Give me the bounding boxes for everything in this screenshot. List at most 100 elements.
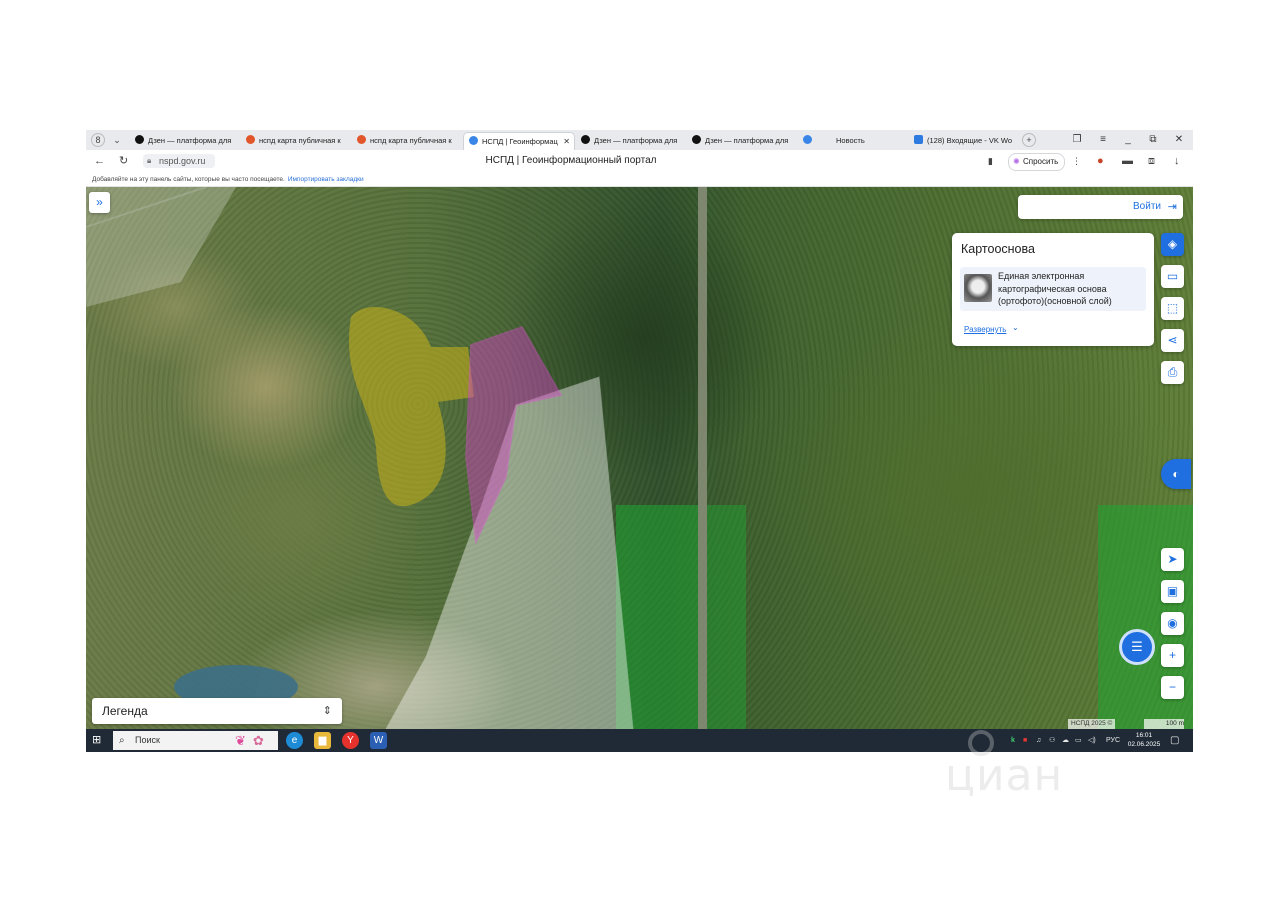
minimize-icon[interactable]: _ [1120,132,1136,148]
tab-label: нспд карта публичная к [370,136,452,145]
tray-network-icon[interactable]: ♫ [1036,729,1041,752]
browser-tab-bar: 8 ⌄ Дзен — платформа для нспд карта публ… [86,130,1193,150]
word-icon[interactable]: W [370,732,387,749]
dzen-favicon-icon [692,135,701,144]
nspd-favicon-icon [469,136,478,145]
close-tab-icon[interactable]: ✕ [563,133,570,150]
collections-icon[interactable]: ⧈ [1148,153,1155,169]
vk-mail-favicon-icon [914,135,923,144]
tab-nspd-search-2[interactable]: нспд карта публичная к [352,132,456,149]
expand-link[interactable]: Развернуть [964,325,1006,334]
layers-icon[interactable]: ◈ [1161,233,1184,256]
yandex-browser-icon[interactable]: Y [342,732,359,749]
ruler-icon[interactable]: ▭ [1161,265,1184,288]
more-options-icon[interactable]: ⋮ [1072,153,1081,169]
tab-vk-mail[interactable]: (128) Входящие - VK Wo [909,132,1017,149]
flower-icon: ✿ [253,733,264,748]
tab-label: Дзен — платформа для [594,136,678,145]
ask-button[interactable]: ✺ Спросить [1008,153,1066,171]
language-indicator[interactable]: РУС [1106,729,1120,752]
tray-people-icon[interactable]: ⚇ [1049,729,1055,752]
legend-dropdown[interactable]: Легенда ⇕ [92,698,342,724]
page-title: НСПД | Геоинформационный портал [485,155,657,166]
select-area-icon[interactable]: ⬚ [1161,297,1184,320]
notifications-icon[interactable]: ▢ [1170,729,1179,752]
basemap-layer-item[interactable]: Единая электронная картографическая осно… [960,267,1146,311]
tray-cloud-icon[interactable]: ☁ [1062,729,1069,752]
restore-icon[interactable]: ⧉ [1145,132,1161,148]
profile-badge[interactable]: 8 [91,133,105,147]
login-label: Войти [1133,201,1161,212]
tab-nspd-portal[interactable]: НСПД | Геоинформац ✕ [463,132,575,150]
tab-dzen-1[interactable]: Дзен — платформа для [130,132,234,149]
dzen-favicon-icon [135,135,144,144]
address-bar[interactable]: 🔒︎ nspd.gov.ru [143,154,215,168]
chat-icon[interactable]: ☰ [1119,629,1155,665]
ask-button-label: Спросить [1023,157,1059,166]
legend-label: Легенда [102,704,148,718]
screen: 8 ⌄ Дзен — платформа для нспд карта публ… [86,130,1193,752]
yandex-favicon-icon [357,135,366,144]
tab-list-chevron-icon[interactable]: ⌄ [110,133,124,147]
locate-icon[interactable]: ➤ [1161,548,1184,571]
downloads-folder-icon[interactable]: ▬ [1122,153,1133,169]
tab-label: Новость [836,136,865,145]
tray-app-icon[interactable]: ■ [1023,729,1027,752]
reload-icon[interactable]: ↻ [119,153,128,169]
lock-icon: 🔒︎ [147,156,152,165]
tab-news[interactable]: Новость [798,132,902,149]
watermark: циан [945,750,1064,801]
news-favicon-icon [803,135,812,144]
login-arrow-icon: ⇥ [1167,201,1177,213]
tray-volume-icon[interactable]: ◁) [1088,729,1096,752]
download-icon[interactable]: ↓ [1174,153,1180,169]
chevron-down-icon[interactable]: ⌄ [1012,323,1019,332]
sparkle-icon: ✺ [1013,157,1020,166]
bookmark-icon[interactable]: ▮ [988,153,993,169]
scale-bar: 100 m [1144,719,1184,729]
basemap-title: Картооснова [961,242,1035,256]
extension-icon[interactable]: ● [1097,153,1104,169]
tray-wifi-icon[interactable]: ▭ [1075,729,1082,752]
feedback-icon[interactable]: ◐ [1161,459,1191,489]
yandex-favicon-icon [246,135,255,144]
edge-icon[interactable]: e [286,732,303,749]
import-bookmarks-link[interactable]: Импортировать закладки [288,176,364,183]
expand-sidebar-button[interactable]: » [89,192,110,213]
tab-label: НСПД | Геоинформац [482,137,558,146]
tab-nspd-search-1[interactable]: нспд карта публичная к [241,132,345,149]
tab-dzen-3[interactable]: Дзен — платформа для [687,132,791,149]
zoom-out-icon[interactable]: − [1161,676,1184,699]
back-arrow-icon[interactable]: ← [94,153,105,169]
zoom-in-icon[interactable]: + [1161,644,1184,667]
clock-date: 02.06.2025 [1127,741,1161,748]
bookmarks-bar: Добавляйте на эту панель сайты, которые … [86,172,1193,187]
tab-manager-icon[interactable]: ❐ [1069,132,1085,148]
windows-start-icon[interactable]: ⊞ [92,733,101,748]
layer-thumbnail [964,274,992,302]
clock[interactable]: 16:01 02.06.2025 [1126,731,1162,749]
menu-icon[interactable]: ≡ [1095,132,1111,148]
map-attribution: НСПД 2025 © [1068,719,1116,729]
butterfly-icon: ❦ [235,733,246,748]
taskbar-search[interactable]: ⌕ Поиск ❦ ✿ [113,731,278,750]
share-icon[interactable]: ⋖ [1161,329,1184,352]
kaspersky-icon[interactable]: k [1011,729,1015,752]
new-tab-icon[interactable]: + [1022,133,1036,147]
tab-label: нспд карта публичная к [259,136,341,145]
up-down-chevron-icon: ⇕ [322,705,332,717]
minimap-icon[interactable]: ▣ [1161,580,1184,603]
geolocation-icon[interactable]: ◉ [1161,612,1184,635]
close-window-icon[interactable]: ✕ [1171,132,1187,148]
tab-label: Дзен — платформа для [148,136,232,145]
road [698,187,707,729]
file-explorer-icon[interactable]: ▆ [314,732,331,749]
windows-taskbar: ⊞ ⌕ Поиск ❦ ✿ e ▆ Y W k ■ ♫ ⚇ ☁ ▭ ◁) РУС… [86,729,1193,752]
login-button[interactable]: Войти ⇥ [1018,195,1183,219]
tab-dzen-2[interactable]: Дзен — платформа для [576,132,680,149]
green-parcel-2[interactable] [707,505,746,729]
print-icon[interactable]: ⎙ [1161,361,1184,384]
yellow-parcel[interactable] [348,307,474,507]
dzen-favicon-icon [581,135,590,144]
map-canvas[interactable]: » Войти ⇥ Картооснова Единая электронная… [86,187,1193,729]
